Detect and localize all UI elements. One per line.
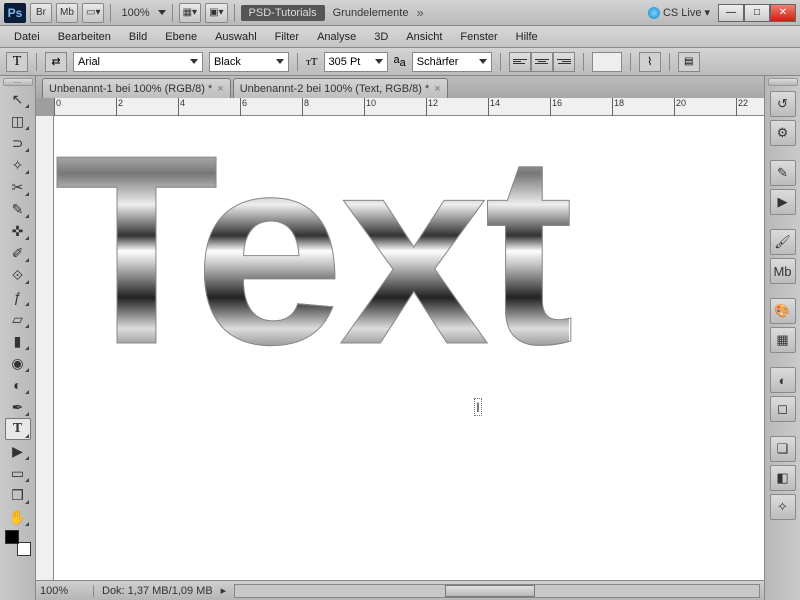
document-tab[interactable]: Unbenannt-1 bei 100% (RGB/8) *×: [42, 78, 231, 98]
marquee-tool[interactable]: ◫: [5, 110, 31, 132]
screenmode-button[interactable]: ▣▾: [205, 3, 227, 23]
text-orientation-button[interactable]: ⇄: [45, 52, 67, 72]
paths-panel-button[interactable]: ✧: [770, 494, 796, 520]
close-tab-icon[interactable]: ×: [217, 83, 223, 95]
panel-grip[interactable]: [768, 78, 798, 86]
actions-panel-button[interactable]: ⚙: [770, 120, 796, 146]
document-tab[interactable]: Unbenannt-2 bei 100% (Text, RGB/8) *×: [233, 78, 448, 98]
arrange-button[interactable]: ▦▾: [179, 3, 201, 23]
status-zoom[interactable]: 100%: [40, 585, 94, 597]
masks-panel-button[interactable]: ◻: [770, 396, 796, 422]
text-align-group: [509, 52, 575, 72]
ruler-vertical[interactable]: [36, 116, 54, 580]
lasso-tool[interactable]: ⊃: [5, 132, 31, 154]
active-tool-indicator[interactable]: T: [6, 52, 28, 72]
canvas[interactable]: Text I: [54, 116, 764, 580]
photoshop-logo: Ps: [4, 3, 26, 23]
close-button[interactable]: ✕: [770, 4, 796, 22]
play-panel-button[interactable]: ▶: [770, 189, 796, 215]
adjustments-panel-button[interactable]: ◐: [770, 367, 796, 393]
text-cursor-icon: I: [474, 398, 482, 416]
app-topbar: Ps Br Mb ▭▾ 100% ▦▾ ▣▾ PSD-Tutorials Gru…: [0, 0, 800, 26]
status-bar: 100% Dok: 1,37 MB/1,09 MB ▸: [36, 580, 764, 600]
crop-tool[interactable]: ✂: [5, 176, 31, 198]
font-family-select[interactable]: Arial: [73, 52, 203, 72]
pen-tool[interactable]: ✒: [5, 396, 31, 418]
tools-panel: ⋯ ↖ ◫ ⊃ ✧ ✂ ✎ ✜ ✐ ⟐ ƒ ▱ ▮ ◉ ◐ ✒ T ▶ ▭ ❒ …: [0, 76, 36, 600]
font-size-field[interactable]: 305 Pt: [324, 52, 388, 72]
menu-3d[interactable]: 3D: [366, 29, 396, 45]
color-swatches[interactable]: [5, 530, 31, 556]
workspace-other[interactable]: Grundelemente: [329, 7, 413, 19]
minimize-button[interactable]: —: [718, 4, 744, 22]
panel-grip[interactable]: ⋯: [3, 78, 33, 86]
channels-panel-button[interactable]: ◧: [770, 465, 796, 491]
menu-fenster[interactable]: Fenster: [452, 29, 505, 45]
swatches-panel-button[interactable]: 🎨: [770, 298, 796, 324]
ruler-horizontal[interactable]: 0246810121416182022: [54, 98, 764, 116]
h-scrollbar[interactable]: [234, 584, 760, 598]
bridge-button[interactable]: Br: [30, 3, 52, 23]
minibridge-button[interactable]: Mb: [56, 3, 78, 23]
status-menu-icon[interactable]: ▸: [221, 584, 227, 597]
stamp-tool[interactable]: ⟐: [5, 264, 31, 286]
align-right-button[interactable]: [553, 52, 575, 72]
gradient-tool[interactable]: ▮: [5, 330, 31, 352]
menu-auswahl[interactable]: Auswahl: [207, 29, 265, 45]
chevron-down-icon[interactable]: [158, 10, 166, 15]
menu-hilfe[interactable]: Hilfe: [508, 29, 546, 45]
cslive-icon: [648, 7, 660, 19]
eyedropper-tool[interactable]: ✎: [5, 198, 31, 220]
menu-analyse[interactable]: Analyse: [309, 29, 364, 45]
mb-panel-button[interactable]: Mb: [770, 258, 796, 284]
character-panel-button[interactable]: ▤: [678, 52, 700, 72]
hand-tool[interactable]: ✋: [5, 506, 31, 528]
brush-panel-button[interactable]: ✎: [770, 160, 796, 186]
heal-tool[interactable]: ✜: [5, 220, 31, 242]
menu-datei[interactable]: Datei: [6, 29, 48, 45]
3d-tool[interactable]: ❒: [5, 484, 31, 506]
menu-ebene[interactable]: Ebene: [157, 29, 205, 45]
menu-ansicht[interactable]: Ansicht: [398, 29, 450, 45]
text-color-swatch[interactable]: [592, 52, 622, 72]
brushpresets-panel-button[interactable]: 🖌: [770, 229, 796, 255]
antialias-icon: aa: [394, 54, 406, 69]
document-area: Unbenannt-1 bei 100% (RGB/8) *× Unbenann…: [36, 76, 764, 600]
maximize-button[interactable]: □: [744, 4, 770, 22]
document-tabs: Unbenannt-1 bei 100% (RGB/8) *× Unbenann…: [36, 76, 764, 98]
close-tab-icon[interactable]: ×: [434, 83, 440, 95]
menu-bild[interactable]: Bild: [121, 29, 155, 45]
right-dock: ↺ ⚙ ✎ ▶ 🖌 Mb 🎨 ▦ ◐ ◻ ❏ ◧ ✧: [764, 76, 800, 600]
styles-panel-button[interactable]: ▦: [770, 327, 796, 353]
menu-filter[interactable]: Filter: [267, 29, 307, 45]
cslive-button[interactable]: CS Live ▾: [648, 6, 710, 19]
warp-text-button[interactable]: ⌇: [639, 52, 661, 72]
type-tool[interactable]: T: [5, 418, 31, 440]
history-panel-button[interactable]: ↺: [770, 91, 796, 117]
fontsize-icon: тT: [306, 56, 318, 68]
path-select-tool[interactable]: ▶: [5, 440, 31, 462]
workspace-selector[interactable]: PSD-Tutorials: [241, 5, 325, 21]
eraser-tool[interactable]: ▱: [5, 308, 31, 330]
align-left-button[interactable]: [509, 52, 531, 72]
menu-bar: Datei Bearbeiten Bild Ebene Auswahl Filt…: [0, 26, 800, 48]
brush-tool[interactable]: ✐: [5, 242, 31, 264]
wand-tool[interactable]: ✧: [5, 154, 31, 176]
view-extras-button[interactable]: ▭▾: [82, 3, 104, 23]
align-center-button[interactable]: [531, 52, 553, 72]
text-layer[interactable]: Text: [54, 116, 569, 406]
status-docsize[interactable]: Dok: 1,37 MB/1,09 MB: [102, 585, 213, 597]
blur-tool[interactable]: ◉: [5, 352, 31, 374]
menu-bearbeiten[interactable]: Bearbeiten: [50, 29, 119, 45]
move-tool[interactable]: ↖: [5, 88, 31, 110]
dodge-tool[interactable]: ◐: [5, 374, 31, 396]
options-bar: T ⇄ Arial Black тT 305 Pt aa Schärfer ⌇ …: [0, 48, 800, 76]
zoom-level[interactable]: 100%: [117, 7, 153, 19]
shape-tool[interactable]: ▭: [5, 462, 31, 484]
layers-panel-button[interactable]: ❏: [770, 436, 796, 462]
font-weight-select[interactable]: Black: [209, 52, 289, 72]
antialias-select[interactable]: Schärfer: [412, 52, 492, 72]
history-brush-tool[interactable]: ƒ: [5, 286, 31, 308]
more-workspaces-icon[interactable]: »: [416, 5, 423, 20]
